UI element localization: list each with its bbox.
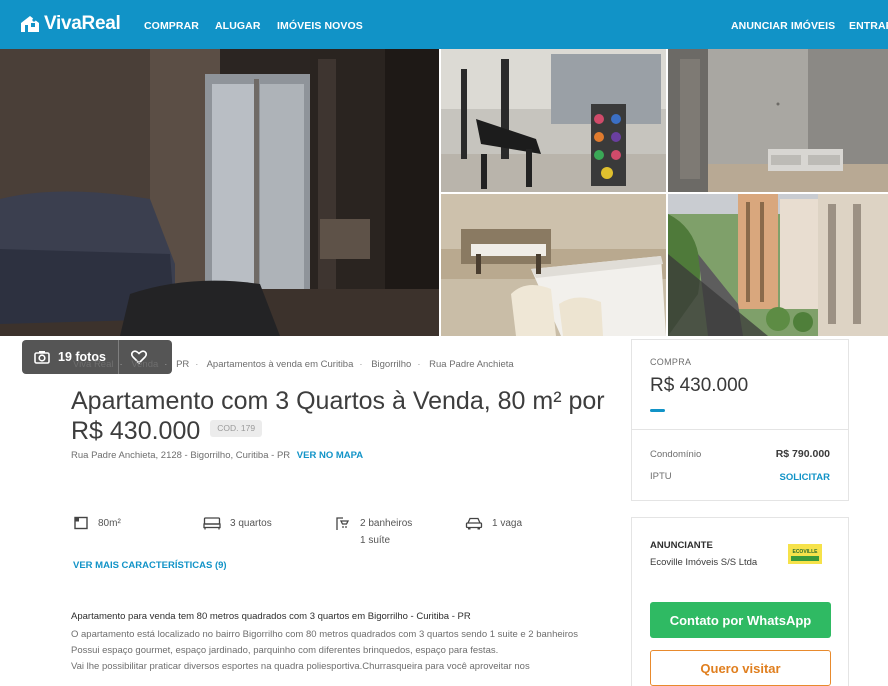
suites-value: 1 suíte: [360, 535, 391, 546]
breadcrumb-item[interactable]: Viva Real: [73, 359, 114, 370]
listing-title: Apartamento com 3 Quartos à Venda, 80 m²…: [71, 386, 611, 446]
photo-gallery: 19 fotos: [0, 49, 888, 374]
breadcrumb: Viva Real · Venda · PR · Apartamentos à ven…: [73, 359, 514, 370]
description-line: O apartamento está localizado no bairro …: [71, 629, 578, 640]
nav-alugar[interactable]: ALUGAR: [215, 20, 261, 32]
area-value: 80m²: [98, 518, 121, 529]
bedrooms-value: 3 quartos: [230, 518, 272, 529]
feature-area: 80m²: [73, 516, 121, 530]
description-body: O apartamento está localizado no bairro …: [71, 627, 591, 675]
more-features-link[interactable]: VER MAIS CARACTERÍSTICAS (9): [73, 560, 227, 571]
listing-code-badge: COD. 179: [210, 419, 263, 437]
nav-imoveis-novos[interactable]: IMÓVEIS NOVOS: [277, 20, 363, 32]
brand-name: VivaReal: [44, 13, 121, 34]
breadcrumb-separator: ·: [417, 359, 421, 370]
breadcrumb-item[interactable]: Bigorrilho: [371, 359, 411, 370]
description-title: Apartamento para venda tem 80 metros qua…: [71, 611, 471, 622]
view-map-link[interactable]: VER NO MAPA: [297, 450, 363, 461]
photo-empty-room[interactable]: [668, 49, 888, 192]
feature-bedrooms: 3 quartos: [203, 516, 272, 530]
breadcrumb-separator: ·: [195, 359, 199, 370]
advertiser-logo: ECOVILLE: [788, 544, 822, 564]
price-divider: [632, 429, 848, 430]
listing-title-text: Apartamento com 3 Quartos à Venda, 80 m²…: [71, 387, 605, 445]
photo-street-view[interactable]: [668, 194, 888, 336]
feature-bathrooms: 2 banheiros 1 suíte: [335, 516, 412, 547]
house-logo-icon: [21, 16, 39, 32]
whatsapp-contact-button[interactable]: Contato por WhatsApp: [650, 602, 831, 638]
bed-icon: [203, 517, 221, 530]
vivareal-logo[interactable]: VivaReal: [19, 13, 121, 35]
advertiser-logo-text: ECOVILLE: [792, 549, 818, 555]
breadcrumb-item[interactable]: PR: [176, 359, 189, 370]
breadcrumb-separator: ·: [164, 359, 168, 370]
camera-icon: [34, 351, 50, 364]
photo-gym[interactable]: [441, 49, 666, 192]
parking-value: 1 vaga: [492, 518, 523, 529]
breadcrumb-item[interactable]: Apartamentos à venda em Curitiba: [207, 359, 354, 370]
price-value: R$ 430.000: [650, 375, 749, 396]
price-card: COMPRA R$ 430.000 Condomínio R$ 790.000 …: [631, 339, 849, 501]
breadcrumb-separator: ·: [359, 359, 363, 370]
iptu-request-link[interactable]: SOLICITAR: [780, 472, 831, 483]
advertiser-label: ANUNCIANTE: [650, 540, 713, 551]
advertiser-name[interactable]: Ecoville Imóveis S/S Ltda: [650, 557, 757, 568]
feature-parking: 1 vaga: [465, 516, 522, 530]
condo-label: Condomínio: [650, 449, 702, 460]
advertiser-card: ANUNCIANTE Ecoville Imóveis S/S Ltda ECO…: [631, 517, 849, 686]
nav-entrar[interactable]: ENTRAR: [849, 20, 888, 32]
photo-living-room[interactable]: [0, 49, 439, 336]
price-label: COMPRA: [650, 357, 692, 367]
area-icon: [74, 516, 88, 530]
listing-address: Rua Padre Anchieta, 2128 - Bigorrilho, C…: [71, 450, 363, 461]
bathrooms-value: 2 banheiros: [360, 518, 413, 529]
schedule-visit-button[interactable]: Quero visitar: [650, 650, 831, 686]
photo-party-room[interactable]: [441, 194, 666, 336]
top-navigation-bar: VivaReal COMPRAR ALUGAR IMÓVEIS NOVOS AN…: [0, 0, 888, 49]
car-icon: [465, 517, 483, 530]
nav-comprar[interactable]: COMPRAR: [144, 20, 199, 32]
address-text: Rua Padre Anchieta, 2128 - Bigorrilho, C…: [71, 450, 291, 461]
condo-value: R$ 790.000: [775, 448, 830, 460]
breadcrumb-item[interactable]: Venda: [131, 359, 158, 370]
iptu-label: IPTU: [650, 471, 672, 482]
description-line: Possui espaço gourmet, espaço jardinado,…: [71, 645, 499, 656]
price-accent-bar: [650, 409, 665, 412]
breadcrumb-item[interactable]: Rua Padre Anchieta: [429, 359, 514, 370]
nav-anunciar-imoveis[interactable]: ANUNCIAR IMÓVEIS: [731, 20, 835, 32]
shower-icon: [336, 517, 350, 530]
breadcrumb-separator: ·: [119, 359, 123, 370]
description-line: Vai lhe possibilitar praticar diversos e…: [71, 661, 530, 672]
